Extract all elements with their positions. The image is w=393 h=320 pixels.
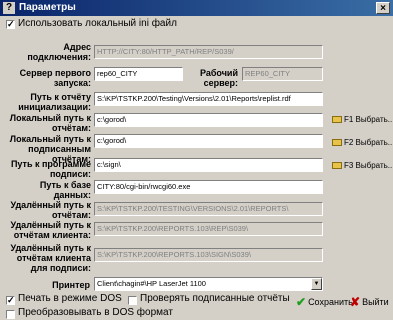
server-first-field[interactable]: rep60_CITY xyxy=(94,67,183,81)
help-icon: ? xyxy=(3,2,15,14)
remote-client-field[interactable]: S:\KP\TSTKP.200\REPORTS.103\REP\S039\ xyxy=(94,222,323,236)
address-field[interactable]: HTTP://CITY:80/HTTP_PATH/REP/S039/ xyxy=(94,45,323,59)
browse-sign-button[interactable]: F3 Выбрать... xyxy=(332,160,393,172)
address-label: Адрес подключения: xyxy=(27,42,91,62)
work-server-label: Рабочий сервер: xyxy=(199,68,238,88)
close-x-icon: ✘ xyxy=(350,295,361,309)
convert-dos-checkbox[interactable] xyxy=(6,310,15,319)
browse-reports-label: F1 Выбрать... xyxy=(344,115,393,124)
sign-program-label: Путь к программе подписи: xyxy=(10,159,91,179)
browse-signed-label: F2 Выбрать... xyxy=(344,138,393,147)
printer-select[interactable]: Client\chagin#\HP LaserJet 1100 ▼ xyxy=(94,277,323,291)
remote-client-label: Удалённый путь к отчётам клиента: xyxy=(10,220,91,240)
checkmark-icon: ✔ xyxy=(296,295,307,309)
check-signed-label: Проверять подписанные отчёты xyxy=(140,293,290,304)
db-path-label: Путь к базе данных: xyxy=(39,180,91,200)
folder-icon xyxy=(332,116,342,123)
init-path-label: Путь к отчёту инициализации: xyxy=(18,92,91,112)
convert-dos-label: Преобразовывать в DOS формат xyxy=(18,307,173,318)
browse-signed-button[interactable]: F2 Выбрать... xyxy=(332,137,393,149)
save-label: Сохранить xyxy=(308,297,353,307)
remote-reports-label: Удалённый путь к отчётам: xyxy=(10,200,91,220)
work-server-field[interactable]: REP60_CITY xyxy=(242,67,323,81)
init-path-field[interactable]: S:\KP\TSTKP.200\Testing\Versions\2.01\Re… xyxy=(94,92,323,106)
check-signed-checkbox[interactable] xyxy=(128,296,137,305)
chevron-down-icon[interactable]: ▼ xyxy=(311,278,322,290)
server-first-label: Сервер первого запуска: xyxy=(19,68,91,88)
local-signed-field[interactable]: c:\gorod\ xyxy=(94,134,323,148)
window-title: Параметры xyxy=(19,2,76,13)
remote-reports-field[interactable]: S:\KP\TSTKP.200\TESTING\VERSIONS\2.01\RE… xyxy=(94,202,323,216)
exit-label: Выйти xyxy=(362,297,389,307)
db-path-field[interactable]: CITY:80/cgi-bin/rwcgi60.exe xyxy=(94,180,323,194)
folder-icon xyxy=(332,162,342,169)
remote-client-sign-label: Удалённый путь к отчётам клиента для под… xyxy=(10,243,91,273)
sign-program-field[interactable]: c:\sign\ xyxy=(94,158,323,172)
folder-icon xyxy=(332,139,342,146)
use-ini-label: Использовать локальный ini файл xyxy=(18,18,177,29)
title-bar: ? Параметры × xyxy=(0,0,393,16)
remote-client-sign-field[interactable]: S:\KP\TSTKP.200\REPORTS.103\SIGN\S039\ xyxy=(94,248,323,262)
print-dos-label: Печать в режиме DOS xyxy=(18,293,122,304)
browse-sign-label: F3 Выбрать... xyxy=(344,161,393,170)
local-reports-label: Локальный путь к отчётам: xyxy=(9,113,91,133)
exit-button[interactable]: ✘ Выйти xyxy=(350,294,389,310)
browse-reports-button[interactable]: F1 Выбрать... xyxy=(332,114,393,126)
close-button[interactable]: × xyxy=(376,2,390,14)
printer-label: Принтер xyxy=(52,280,90,290)
use-ini-checkbox[interactable]: ✓ xyxy=(6,20,15,29)
save-button[interactable]: ✔ Сохранить xyxy=(296,294,353,310)
local-reports-field[interactable]: c:\gorod\ xyxy=(94,113,323,127)
printer-value: Client\chagin#\HP LaserJet 1100 xyxy=(97,279,206,288)
print-dos-checkbox[interactable]: ✓ xyxy=(6,296,15,305)
